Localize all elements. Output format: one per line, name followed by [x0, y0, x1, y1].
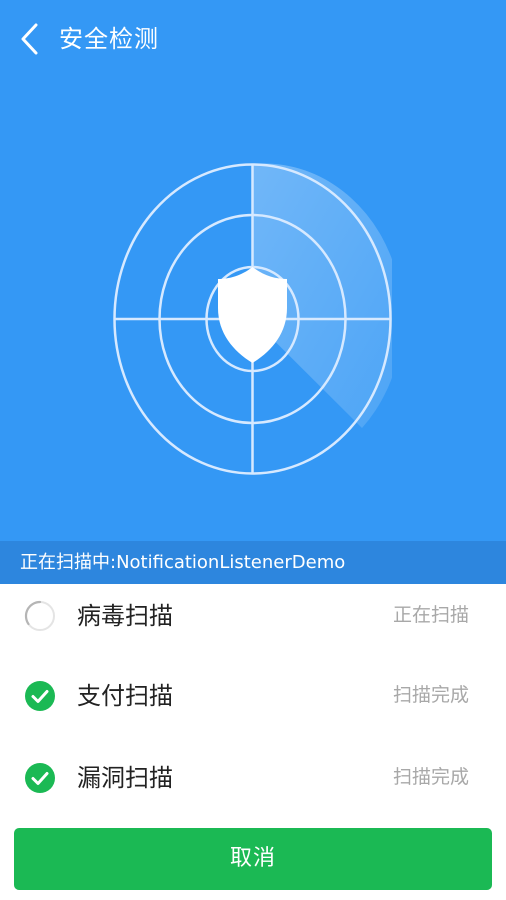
- page-title: 安全检测: [59, 25, 159, 53]
- scan-item-state: 正在扫描: [392, 604, 469, 626]
- scan-item-virus: 病毒扫描 正在扫描: [0, 584, 506, 648]
- scan-status-text: 正在扫描中:NotificationListenerDemo: [20, 552, 346, 573]
- security-scan-screen: 安全检测 正在扫描中:NotificationListenerDemo 病毒扫描…: [0, 0, 506, 900]
- chevron-left-icon: [21, 23, 38, 55]
- scan-hero-panel: 安全检测 正在扫描中:NotificationListenerDemo: [0, 0, 506, 584]
- scan-item-payment: 支付扫描 扫描完成: [0, 664, 506, 728]
- loading-spinner-icon: [24, 600, 55, 631]
- scan-item-label: 病毒扫描: [77, 602, 173, 630]
- shield-icon: [218, 267, 287, 363]
- scan-item-label: 支付扫描: [77, 682, 173, 710]
- scan-status-bar: 正在扫描中:NotificationListenerDemo: [0, 541, 506, 584]
- scan-item-state: 扫描完成: [392, 766, 469, 788]
- scan-item-state: 扫描完成: [392, 684, 469, 706]
- radar-scanner-graphic: [113, 163, 392, 475]
- scan-item-vulnerability: 漏洞扫描 扫描完成: [0, 746, 506, 810]
- scan-item-label: 漏洞扫描: [77, 764, 173, 792]
- check-circle-icon: [25, 763, 55, 793]
- cancel-button[interactable]: 取消: [14, 828, 492, 890]
- top-app-bar: 安全检测: [0, 0, 506, 78]
- check-circle-icon: [25, 681, 55, 711]
- back-button[interactable]: [8, 14, 52, 64]
